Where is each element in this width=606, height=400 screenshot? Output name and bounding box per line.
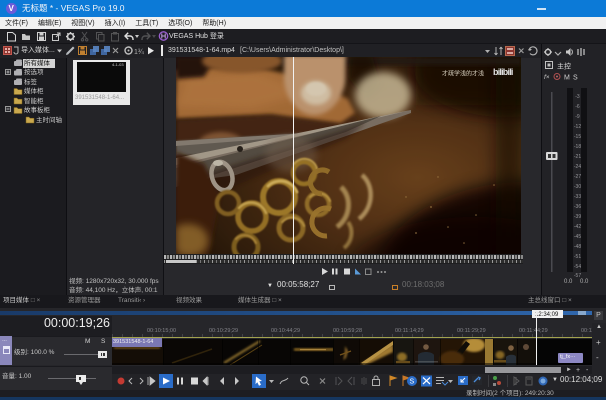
svg-text:-54: -54: [574, 264, 581, 270]
svg-text:-45: -45: [574, 234, 581, 240]
svg-text:1¾: 1¾: [134, 49, 144, 56]
svg-text:0.0: 0.0: [580, 279, 589, 285]
svg-text:M: M: [564, 75, 570, 82]
svg-text:S: S: [573, 75, 578, 82]
svg-text:-36: -36: [574, 204, 581, 210]
svg-text:-42: -42: [574, 224, 581, 230]
svg-text:-39: -39: [574, 214, 581, 220]
svg-text:-48: -48: [574, 244, 581, 250]
svg-text:-3: -3: [575, 94, 580, 100]
svg-text:f×: f×: [544, 74, 550, 81]
svg-text:-30: -30: [574, 184, 581, 190]
svg-text:-6: -6: [575, 104, 580, 110]
svg-text:0.0: 0.0: [564, 279, 573, 285]
svg-text:-33: -33: [574, 194, 581, 200]
svg-text:-18: -18: [574, 144, 581, 150]
svg-text:-21: -21: [574, 154, 581, 160]
svg-text:-51: -51: [574, 254, 581, 260]
svg-text:S: S: [410, 378, 415, 385]
svg-text:-9: -9: [575, 114, 580, 120]
svg-text:主控: 主控: [557, 62, 571, 71]
svg-text:-24: -24: [574, 164, 581, 170]
svg-text:-15: -15: [574, 134, 581, 140]
svg-text:-12: -12: [574, 124, 581, 130]
svg-text:-27: -27: [574, 174, 581, 180]
